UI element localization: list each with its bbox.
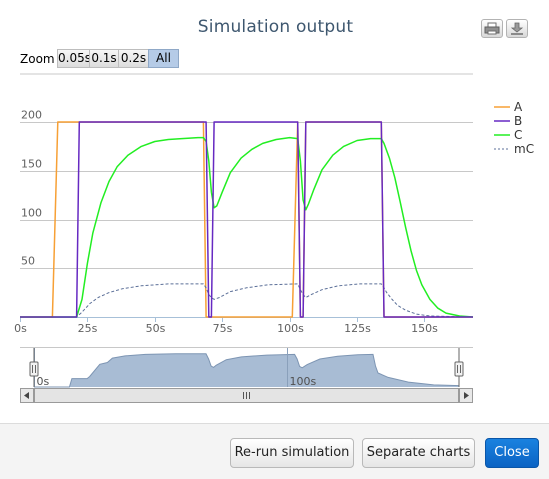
x-tick-label: 0s	[14, 322, 27, 335]
series-line-C[interactable]	[20, 136, 474, 318]
navigator-left-handle[interactable]	[29, 361, 39, 377]
navigator[interactable]: 0s 100s	[20, 347, 473, 403]
x-tick-label: 75s	[213, 322, 233, 335]
navigator-tick-label: 0s	[37, 375, 50, 388]
x-tick-label: 150s	[411, 322, 438, 335]
series-line-mC[interactable]	[20, 283, 474, 318]
y-tick-label: 200	[21, 109, 42, 122]
close-button[interactable]: Close	[485, 438, 539, 468]
series-lines[interactable]	[20, 121, 474, 318]
legend-item-A[interactable]: A	[514, 100, 523, 114]
x-tick-label: 25s	[78, 322, 98, 335]
legend-item-C[interactable]: C	[514, 128, 522, 142]
legend[interactable]: ABCmC	[494, 100, 534, 156]
legend-item-mC[interactable]: mC	[514, 142, 534, 156]
navigator-right-handle[interactable]	[454, 361, 464, 377]
y-tick-label: 50	[21, 255, 35, 268]
navigator-tick-label: 100s	[290, 375, 317, 388]
separate-charts-button[interactable]: Separate charts	[362, 438, 475, 468]
chart: 50 100 150 200 0s 25s 50s 75s 100s 125s 150s ABCmC…	[14, 73, 534, 403]
x-tick-label: 100s	[277, 322, 304, 335]
legend-item-B[interactable]: B	[514, 114, 522, 128]
x-tick-label: 50s	[146, 322, 166, 335]
x-tick-label: 125s	[344, 322, 371, 335]
y-tick-label: 150	[21, 158, 42, 171]
y-tick-label: 100	[21, 207, 42, 220]
navigator-area	[34, 353, 459, 387]
rerun-simulation-button[interactable]: Re-run simulation	[230, 438, 354, 468]
grid-lines	[20, 73, 473, 322]
